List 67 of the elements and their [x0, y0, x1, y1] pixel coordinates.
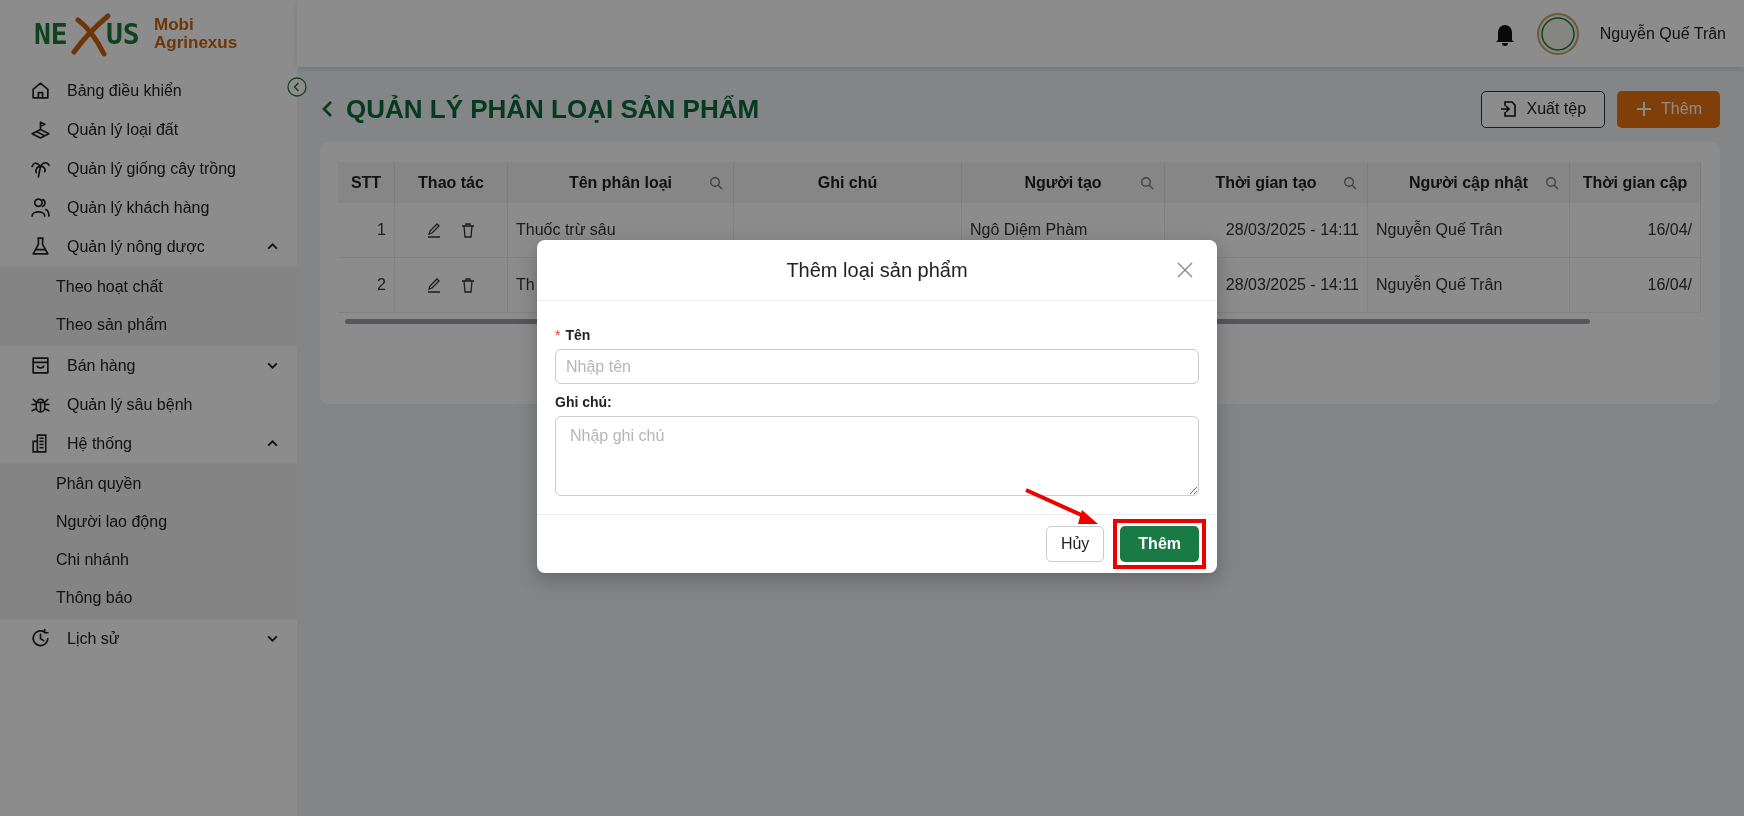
table-cell: Nguyễn Quế Trân [1376, 276, 1503, 294]
required-mark: * [555, 327, 561, 343]
table-cell: Thuốc trừ sâu [516, 221, 616, 239]
sidebar-subitem[interactable]: Thông báo [0, 579, 297, 617]
table-cell: Th [516, 276, 535, 294]
sidebar-item[interactable]: Quản lý khách hàng [0, 188, 297, 227]
table-cell: 28/03/2025 - 14:11 [1225, 221, 1359, 239]
column-header[interactable]: Thao tác [395, 162, 508, 203]
sidebar-item[interactable]: Quản lý nông dược [0, 227, 297, 266]
field-label: Ghi chú: [555, 394, 612, 410]
shopping-bag-icon [30, 355, 51, 376]
sidebar-subitem[interactable]: Theo hoạt chất [0, 268, 297, 306]
sidebar-subitem[interactable]: Người lao động [0, 503, 297, 541]
sidebar-subitem[interactable]: Phân quyền [0, 465, 297, 503]
avatar-icon[interactable] [1535, 11, 1580, 56]
edit-icon[interactable] [426, 222, 442, 238]
dialog-title: Thêm loại sản phẩm [786, 258, 968, 282]
home-icon [30, 80, 51, 101]
name-field[interactable]: Nhập tên [555, 349, 1199, 384]
logo-drawing: NE US [34, 7, 144, 60]
sprout-icon [30, 119, 51, 140]
search-icon[interactable] [1343, 175, 1357, 190]
column-header[interactable]: Người tạo [962, 162, 1165, 203]
submit-button[interactable]: Thêm [1120, 526, 1199, 562]
export-file-icon [1500, 100, 1519, 118]
users-icon [30, 197, 51, 218]
table-cell: 16/04/ [1647, 221, 1692, 239]
sidebar-item[interactable]: Lịch sử [0, 619, 297, 658]
export-button[interactable]: Xuất tệp [1481, 90, 1606, 128]
brand-name: Mobi [154, 15, 195, 34]
sidebar-item[interactable]: Quản lý giống cây trồng [0, 149, 297, 188]
cancel-button[interactable]: Hủy [1045, 526, 1105, 562]
sidebar-item[interactable]: Quản lý sâu bệnh [0, 385, 297, 424]
user-name[interactable]: Nguyễn Quế Trân [1599, 24, 1726, 43]
delete-icon[interactable] [460, 277, 476, 293]
back-icon[interactable] [320, 100, 334, 118]
collapse-icon[interactable] [287, 77, 307, 97]
table-cell: 28/03/2025 - 14:11 [1225, 276, 1359, 294]
sidebar-item[interactable]: Bán hàng [0, 346, 297, 385]
sidebar-subitem[interactable]: Theo sản phẩm [0, 306, 297, 344]
column-header[interactable]: Người cập nhật [1368, 162, 1570, 203]
note-field[interactable]: Nhập ghi chú [555, 416, 1199, 496]
sidebar-item[interactable]: Hệ thống [0, 424, 297, 463]
column-header[interactable]: Ghi chú [734, 162, 962, 203]
plus-icon [1635, 100, 1654, 118]
table-cell: 1 [377, 221, 386, 239]
close-icon[interactable] [1177, 262, 1193, 278]
edit-icon[interactable] [426, 277, 442, 293]
search-icon[interactable] [1545, 175, 1559, 190]
column-header[interactable]: STT [338, 162, 395, 203]
column-header[interactable]: Thời gian cập [1570, 162, 1701, 203]
column-header[interactable]: Thời gian tạo [1165, 162, 1368, 203]
table-cell: 16/04/ [1647, 276, 1692, 294]
field-label: Tên [565, 327, 591, 343]
page-title: QUẢN LÝ PHÂN LOẠI SẢN PHẨM [346, 93, 761, 125]
sidebar-item[interactable]: Quản lý loại đất [0, 110, 297, 149]
brand-name: Agrinexus [154, 33, 238, 52]
delete-icon[interactable] [460, 222, 476, 238]
search-icon[interactable] [709, 175, 723, 190]
search-icon[interactable] [1140, 175, 1154, 190]
column-header[interactable]: Tên phân loại [508, 162, 734, 203]
clock-icon [30, 628, 51, 649]
flask-icon [30, 236, 51, 257]
table-cell: 2 [377, 276, 386, 294]
table-cell: Ngô Diệm Phàm [970, 221, 1088, 239]
table-cell: Nguyễn Quế Trân [1376, 221, 1503, 239]
sidebar-subitem[interactable]: Chi nhánh [0, 541, 297, 579]
